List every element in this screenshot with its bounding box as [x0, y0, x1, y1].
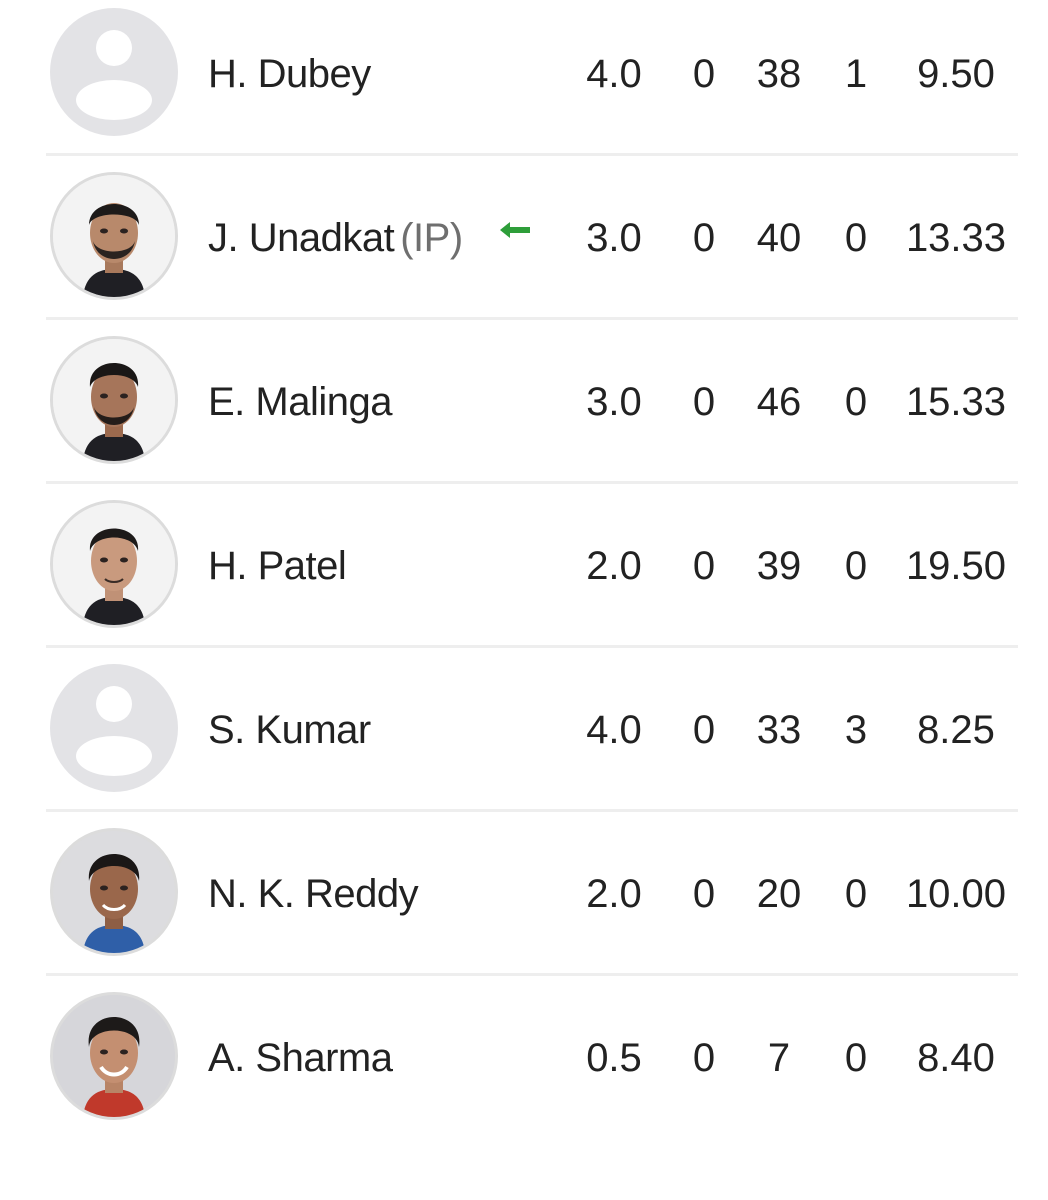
economy-value: 19.50 — [905, 544, 1007, 588]
maidens-value: 0 — [692, 380, 716, 424]
bowler-row[interactable]: N. K. Reddy 2.0 0 20 0 10.00 — [46, 812, 1018, 976]
maidens-value: 0 — [692, 52, 716, 96]
bowler-name[interactable]: N. K. Reddy — [208, 812, 419, 976]
economy-value: 10.00 — [905, 872, 1007, 916]
economy-value: 8.40 — [917, 1036, 995, 1080]
wickets-value: 0 — [844, 544, 868, 588]
runs-value: 38 — [756, 52, 802, 96]
placeholder-user-icon — [50, 664, 178, 792]
runs-value: 39 — [756, 544, 802, 588]
bowler-name[interactable]: H. Patel — [208, 484, 347, 648]
economy-value: 9.50 — [917, 52, 995, 96]
runs-value: 33 — [756, 708, 802, 752]
overs-value: 0.5 — [586, 1036, 642, 1080]
bowler-name-text: H. Dubey — [208, 52, 371, 96]
maidens-value: 0 — [692, 544, 716, 588]
overs-value: 2.0 — [586, 872, 642, 916]
bowler-name-text: H. Patel — [208, 544, 347, 588]
economy-value: 8.25 — [917, 708, 995, 752]
bowler-name-text: J. Unadkat — [208, 216, 395, 260]
overs-value: 3.0 — [586, 216, 642, 260]
bowler-name[interactable]: A. Sharma — [208, 976, 393, 1140]
bowler-name-text: N. K. Reddy — [208, 872, 419, 916]
left-arrow-icon — [500, 222, 530, 238]
runs-value: 40 — [756, 216, 802, 260]
bowler-row[interactable]: H. Patel 2.0 0 39 0 19.50 — [46, 484, 1018, 648]
bowler-row[interactable]: A. Sharma 0.5 0 7 0 8.40 — [46, 976, 1018, 1140]
bowler-name[interactable]: J. Unadkat (IP) — [208, 156, 463, 320]
runs-value: 7 — [767, 1036, 791, 1080]
bowler-row[interactable]: J. Unadkat (IP) 3.0 0 40 0 13.33 — [46, 156, 1018, 320]
bowler-row[interactable]: E. Malinga 3.0 0 46 0 15.33 — [46, 320, 1018, 484]
overs-value: 4.0 — [586, 708, 642, 752]
overs-value: 2.0 — [586, 544, 642, 588]
maidens-value: 0 — [692, 1036, 716, 1080]
economy-value: 13.33 — [905, 216, 1007, 260]
bowler-name-text: E. Malinga — [208, 380, 392, 424]
maidens-value: 0 — [692, 708, 716, 752]
bowler-row[interactable]: H. Dubey 4.0 0 38 1 9.50 — [46, 0, 1018, 156]
wickets-value: 0 — [844, 216, 868, 260]
player-photo — [50, 336, 178, 464]
wickets-value: 3 — [844, 708, 868, 752]
runs-value: 20 — [756, 872, 802, 916]
bowling-scorecard: H. Dubey 4.0 0 38 1 9.50 J. Unadkat(IP) — [46, 0, 1018, 1140]
player-photo — [50, 828, 178, 956]
wickets-value: 0 — [844, 380, 868, 424]
overs-value: 4.0 — [586, 52, 642, 96]
player-photo — [50, 172, 178, 300]
wickets-value: 0 — [844, 1036, 868, 1080]
player-photo — [50, 500, 178, 628]
bowler-name[interactable]: S. Kumar — [208, 648, 371, 812]
bowler-name-text: A. Sharma — [208, 1036, 393, 1080]
wickets-value: 0 — [844, 872, 868, 916]
bowler-name-text: S. Kumar — [208, 708, 371, 752]
economy-value: 15.33 — [905, 380, 1007, 424]
bowler-name[interactable]: H. Dubey — [208, 0, 371, 156]
maidens-value: 0 — [692, 216, 716, 260]
placeholder-user-icon — [50, 8, 178, 136]
bowler-row[interactable]: S. Kumar 4.0 0 33 3 8.25 — [46, 648, 1018, 812]
runs-value: 46 — [756, 380, 802, 424]
maidens-value: 0 — [692, 872, 716, 916]
overs-value: 3.0 — [586, 380, 642, 424]
wickets-value: 1 — [844, 52, 868, 96]
in-play-tag: (IP) — [400, 216, 463, 260]
bowler-name[interactable]: E. Malinga — [208, 320, 392, 484]
player-photo — [50, 992, 178, 1120]
